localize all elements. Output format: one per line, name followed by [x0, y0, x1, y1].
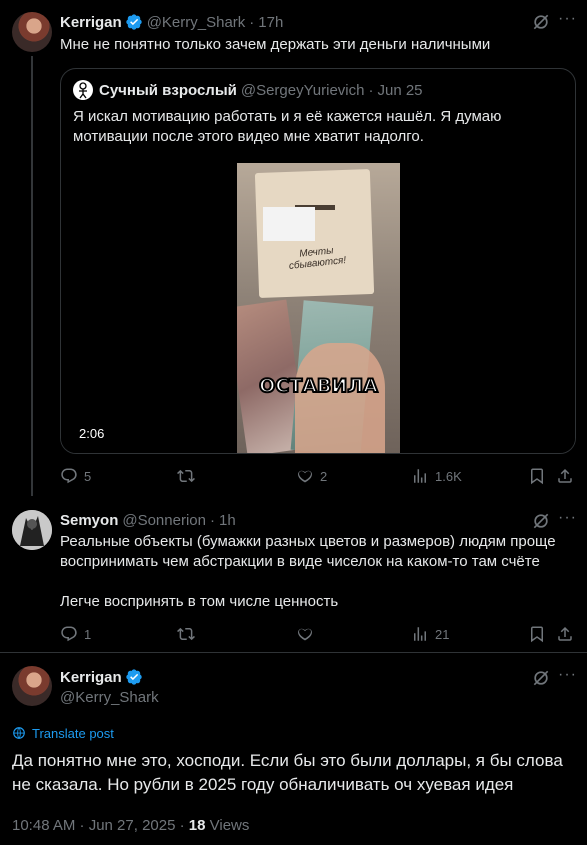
author-handle[interactable]: @Kerry_Shark	[147, 14, 246, 31]
more-icon[interactable]: ···	[558, 509, 577, 527]
separator-dot: ·	[209, 511, 215, 529]
post-text-2: Легче воспринять в том числе ценность	[60, 593, 339, 610]
views-button[interactable]: 1.6K	[411, 467, 462, 485]
reply-icon	[61, 626, 77, 642]
separator-dot: ·	[368, 81, 374, 99]
share-button[interactable]	[556, 467, 574, 485]
views-button[interactable]: 21	[411, 625, 449, 643]
reply-icon	[61, 468, 77, 484]
share-icon	[558, 468, 572, 483]
repost-icon	[177, 469, 195, 483]
tweet-kerrigan-1[interactable]: Kerrigan @Kerry_Shark · 17h ··· Мне не п…	[0, 0, 587, 500]
like-button[interactable]	[296, 625, 314, 643]
author-name[interactable]: Kerrigan	[60, 14, 122, 31]
author-name[interactable]: Semyon	[60, 512, 118, 529]
more-icon[interactable]: ···	[558, 10, 577, 28]
like-count: 2	[320, 468, 328, 484]
tweet-kerrigan-main[interactable]: Kerrigan @Kerry_Shark ··· Translate post…	[0, 653, 587, 845]
video-player[interactable]: Мечты сбываются! ОСТАВИЛА 2:06	[61, 163, 575, 453]
post-text: Реальные объекты (бумажки разных цветов …	[60, 533, 556, 570]
like-icon	[298, 470, 312, 483]
views-icon	[414, 469, 426, 483]
views-label: Views	[205, 816, 250, 834]
avatar[interactable]	[12, 510, 52, 550]
verified-badge-icon	[126, 14, 142, 30]
avatar[interactable]	[12, 666, 52, 706]
views-count: 21	[435, 626, 450, 642]
reply-count: 1	[84, 626, 92, 642]
more-icon[interactable]: ···	[558, 666, 577, 684]
grok-icon[interactable]	[531, 12, 551, 32]
video-caption: ОСТАВИЛА	[258, 374, 379, 398]
views-count: 18	[188, 816, 206, 834]
repost-button[interactable]	[177, 625, 195, 643]
thread-line	[31, 56, 33, 496]
author-handle[interactable]: @Kerry_Shark	[60, 689, 159, 706]
repost-button[interactable]	[177, 467, 195, 485]
translate-post-link[interactable]: Translate post	[12, 725, 114, 741]
post-text: Мне не понятно только зачем держать эти …	[60, 36, 491, 53]
video-duration: 2:06	[73, 425, 111, 443]
share-button[interactable]	[556, 625, 574, 643]
bookmark-button[interactable]	[528, 467, 546, 485]
reply-button[interactable]: 5	[60, 467, 91, 485]
quote-text: Я искал мотивацию работать и я её кажетс…	[73, 108, 502, 145]
globe-icon	[13, 727, 25, 739]
grok-icon[interactable]	[531, 668, 551, 688]
separator-dot: ·	[249, 13, 255, 31]
like-icon	[298, 628, 312, 641]
quote-avatar[interactable]	[73, 80, 93, 100]
sticky-note	[263, 207, 315, 241]
post-text: Да понятно мне это, хосподи. Если бы это…	[12, 751, 563, 794]
post-timestamp[interactable]: 10:48 AM · Jun 27, 2025 ·	[12, 817, 189, 834]
stick-figure-icon	[79, 82, 87, 99]
author-handle[interactable]: @Sonnerion	[122, 512, 206, 529]
hand	[295, 343, 385, 453]
post-time[interactable]: 1h	[219, 512, 236, 529]
bookmark-button[interactable]	[528, 625, 546, 643]
reply-button[interactable]: 1	[60, 625, 91, 643]
quote-date[interactable]: Jun 25	[377, 82, 422, 99]
translate-post-label[interactable]: Translate post	[32, 726, 114, 741]
bookmark-icon	[531, 468, 543, 485]
share-icon	[558, 626, 572, 641]
quote-author-handle[interactable]: @SergeyYurievich	[241, 82, 365, 99]
reply-count: 5	[84, 468, 92, 484]
repost-icon	[177, 627, 195, 641]
views-count: 1.6K	[435, 468, 462, 484]
like-button[interactable]: 2	[296, 467, 327, 485]
avatar-artwork	[12, 510, 52, 550]
quote-author-name[interactable]: Сучный взрослый	[99, 82, 237, 99]
post-meta: 10:48 AM · Jun 27, 2025 · 18 Views	[12, 815, 249, 835]
grok-icon[interactable]	[531, 511, 551, 531]
post-time[interactable]: 17h	[258, 14, 283, 31]
bookmark-icon	[531, 626, 543, 643]
avatar[interactable]	[12, 12, 52, 52]
tweet-semyon[interactable]: Semyon @Sonnerion · 1h ··· Реальные объе…	[0, 500, 587, 660]
verified-badge-icon	[126, 669, 142, 685]
quote-tweet-card[interactable]: Сучный взрослый @SergeyYurievich · Jun 2…	[60, 68, 576, 454]
video-frame: Мечты сбываются! ОСТАВИЛА	[237, 163, 400, 453]
author-name[interactable]: Kerrigan	[60, 669, 122, 686]
views-icon	[414, 627, 426, 641]
